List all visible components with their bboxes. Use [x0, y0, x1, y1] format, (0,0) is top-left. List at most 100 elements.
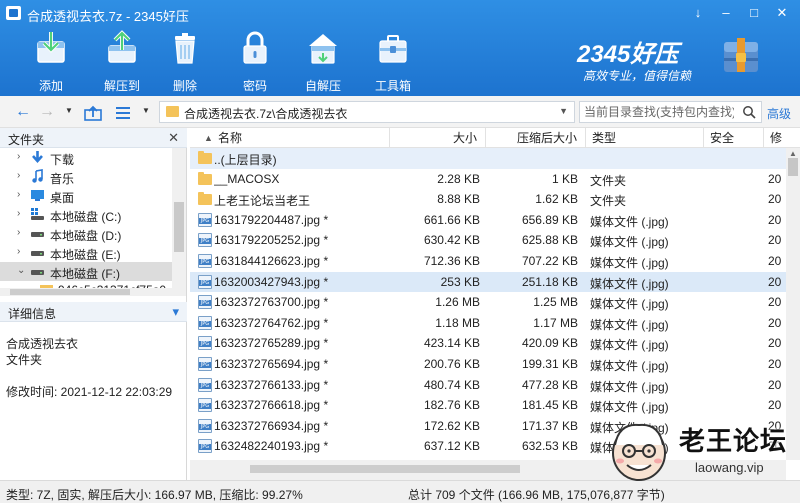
column-name[interactable]: ▲ 名称	[190, 128, 390, 148]
file-total: 总计 709 个文件 (166.96 MB, 175,076,877 字节)	[408, 488, 665, 502]
file-type: 媒体文件 (.jpg)	[590, 379, 669, 394]
file-packed-size: 707.22 KB	[521, 254, 578, 268]
app-logo-icon	[6, 6, 21, 20]
file-modified: 20	[768, 274, 782, 289]
table-row[interactable]: 1632372763700.jpg * 1.26 MB 1.25 MB 媒体文件 (.…	[190, 292, 786, 313]
brand-archive-icon	[724, 38, 758, 72]
maximize-button[interactable]: □	[740, 2, 768, 24]
tree-item-drive-e[interactable]: › 本地磁盘 (E:)	[0, 243, 172, 262]
jpg-file-icon	[198, 336, 212, 351]
table-row[interactable]: 1632372765694.jpg * 200.76 KB 199.31 KB 媒体文…	[190, 354, 786, 375]
file-name: 1632372765694.jpg *	[214, 357, 329, 371]
tree-item-downloads[interactable]: › 下载	[0, 148, 172, 167]
tree-item-drive-c[interactable]: › 本地磁盘 (C:)	[0, 205, 172, 224]
expand-arrow-icon[interactable]: ›	[17, 170, 20, 181]
expand-arrow-icon[interactable]: ›	[17, 227, 20, 238]
tree-scroll-thumb[interactable]	[174, 202, 184, 252]
parent-directory-row[interactable]: ..(上层目录)	[190, 148, 786, 169]
tree-item-drive-d[interactable]: › 本地磁盘 (D:)	[0, 224, 172, 243]
search-input[interactable]	[584, 104, 734, 120]
jpg-file-icon	[198, 212, 212, 227]
view-dropdown-icon[interactable]: ▼	[141, 105, 151, 117]
delete-button[interactable]: 删除	[150, 28, 220, 94]
tree-horizontal-scrollbar[interactable]	[0, 288, 172, 296]
delete-label: 删除	[172, 79, 197, 93]
details-pane-title: 详细信息	[8, 307, 57, 321]
folder-icon	[198, 151, 212, 164]
file-type: 媒体文件 (.jpg)	[590, 297, 669, 312]
extract-to-button[interactable]: 解压到	[87, 28, 157, 94]
advanced-search-button[interactable]: 高级	[767, 105, 791, 122]
brand: 2345好压 高效专业，值得信赖	[577, 34, 787, 90]
column-modified[interactable]: 修	[764, 128, 800, 148]
password-icon	[243, 31, 267, 64]
table-row[interactable]: 上老王论坛当老王 8.88 KB 1.62 KB 文件夹 20	[190, 189, 786, 210]
details-toggle-icon[interactable]: ▾	[172, 304, 179, 320]
history-dropdown-icon[interactable]: ▼	[64, 105, 74, 117]
folders-pane-title: 文件夹	[8, 133, 45, 147]
path-field[interactable]: 合成透视去衣.7z\合成透视去衣 ▼	[159, 101, 575, 123]
path-dropdown-icon[interactable]: ▼	[559, 106, 568, 116]
table-row[interactable]: __MACOSX 2.28 KB 1 KB 文件夹 20	[190, 169, 786, 190]
column-security[interactable]: 安全	[704, 128, 764, 148]
add-label: 添加	[38, 79, 63, 93]
forward-arrow-icon[interactable]: →	[38, 103, 56, 121]
up-folder-icon[interactable]	[84, 104, 102, 122]
tree-scrollbar[interactable]	[172, 148, 186, 296]
file-packed-size: 199.31 KB	[521, 357, 578, 371]
back-arrow-icon[interactable]: ←	[14, 103, 32, 121]
tree-item-desktop[interactable]: › 桌面	[0, 186, 172, 205]
table-row[interactable]: 1631792205252.jpg * 630.42 KB 625.88 KB 媒体文…	[190, 230, 786, 251]
tree-item-drive-f[interactable]: ⌄ 本地磁盘 (F:)	[0, 262, 172, 281]
tree-item-label: 本地磁盘 (F:)	[50, 267, 120, 281]
view-list-icon[interactable]	[114, 104, 132, 122]
details-pane-header[interactable]: 详细信息 ▾	[0, 302, 187, 322]
file-list-scrollbar[interactable]: ▲	[786, 148, 800, 460]
password-label: 密码	[242, 79, 267, 93]
file-name: 1632482240193.jpg *	[214, 439, 329, 454]
close-button[interactable]: ✕	[768, 2, 796, 24]
expand-arrow-icon[interactable]: ›	[17, 151, 20, 162]
table-row[interactable]: 1632372764762.jpg * 1.18 MB 1.17 MB 媒体文件 (.…	[190, 313, 786, 334]
hscroll-thumb[interactable]	[250, 465, 520, 473]
table-row[interactable]: 1632372766618.jpg * 182.76 KB 181.45 KB 媒体文…	[190, 395, 786, 416]
add-button[interactable]: 添加	[16, 28, 86, 94]
drive-icon	[31, 251, 44, 256]
toolbox-button[interactable]: 工具箱	[358, 28, 428, 94]
jpg-file-icon	[198, 418, 212, 433]
column-size[interactable]: 大小	[390, 128, 486, 148]
tree-item-music[interactable]: › 音乐	[0, 167, 172, 186]
self-extract-button[interactable]: 自解压	[288, 28, 358, 94]
collapse-arrow-icon[interactable]: ⌄	[17, 265, 25, 276]
download-manager-button[interactable]: ↓	[684, 2, 712, 24]
table-row[interactable]: 1631792204487.jpg * 661.66 KB 656.89 KB 媒体文…	[190, 210, 786, 231]
column-type[interactable]: 类型	[586, 128, 704, 148]
table-row[interactable]: 1632372766133.jpg * 480.74 KB 477.28 KB 媒体文…	[190, 375, 786, 396]
file-name: 1631792204487.jpg *	[214, 212, 329, 227]
expand-arrow-icon[interactable]: ›	[17, 246, 20, 257]
window-controls: ↓ – □ ✕	[684, 2, 796, 24]
table-row[interactable]: 1632372765289.jpg * 423.14 KB 420.09 KB 媒体文…	[190, 333, 786, 354]
window-title: 合成透视去衣.7z - 2345好压	[27, 9, 189, 24]
table-row[interactable]: 1631844126623.jpg * 712.36 KB 707.22 KB 媒体文…	[190, 251, 786, 272]
tree-hscroll-thumb[interactable]	[10, 289, 130, 295]
file-size: 200.76 KB	[423, 357, 480, 371]
music-folder-icon	[32, 169, 43, 183]
delete-icon	[175, 33, 195, 64]
file-packed-size: 632.53 KB	[521, 439, 578, 454]
path-text: 合成透视去衣.7z\合成透视去衣	[184, 107, 348, 121]
close-pane-icon[interactable]: ✕	[168, 130, 179, 146]
expand-arrow-icon[interactable]: ›	[17, 189, 20, 200]
scroll-thumb[interactable]	[788, 158, 798, 176]
column-packed-size[interactable]: 压缩后大小	[486, 128, 586, 148]
table-row[interactable]: 1632003427943.jpg * 253 KB 251.18 KB 媒体文件 (…	[190, 271, 786, 293]
scroll-up-icon[interactable]: ▲	[789, 149, 797, 158]
folders-pane-header: 文件夹 ✕	[0, 128, 187, 148]
expand-arrow-icon[interactable]: ›	[17, 208, 20, 219]
jpg-file-icon	[198, 398, 212, 413]
minimize-button[interactable]: –	[712, 2, 740, 24]
add-icon	[37, 32, 65, 63]
file-size: 480.74 KB	[423, 377, 480, 392]
search-icon[interactable]	[742, 105, 756, 119]
password-button[interactable]: 密码	[220, 28, 290, 94]
